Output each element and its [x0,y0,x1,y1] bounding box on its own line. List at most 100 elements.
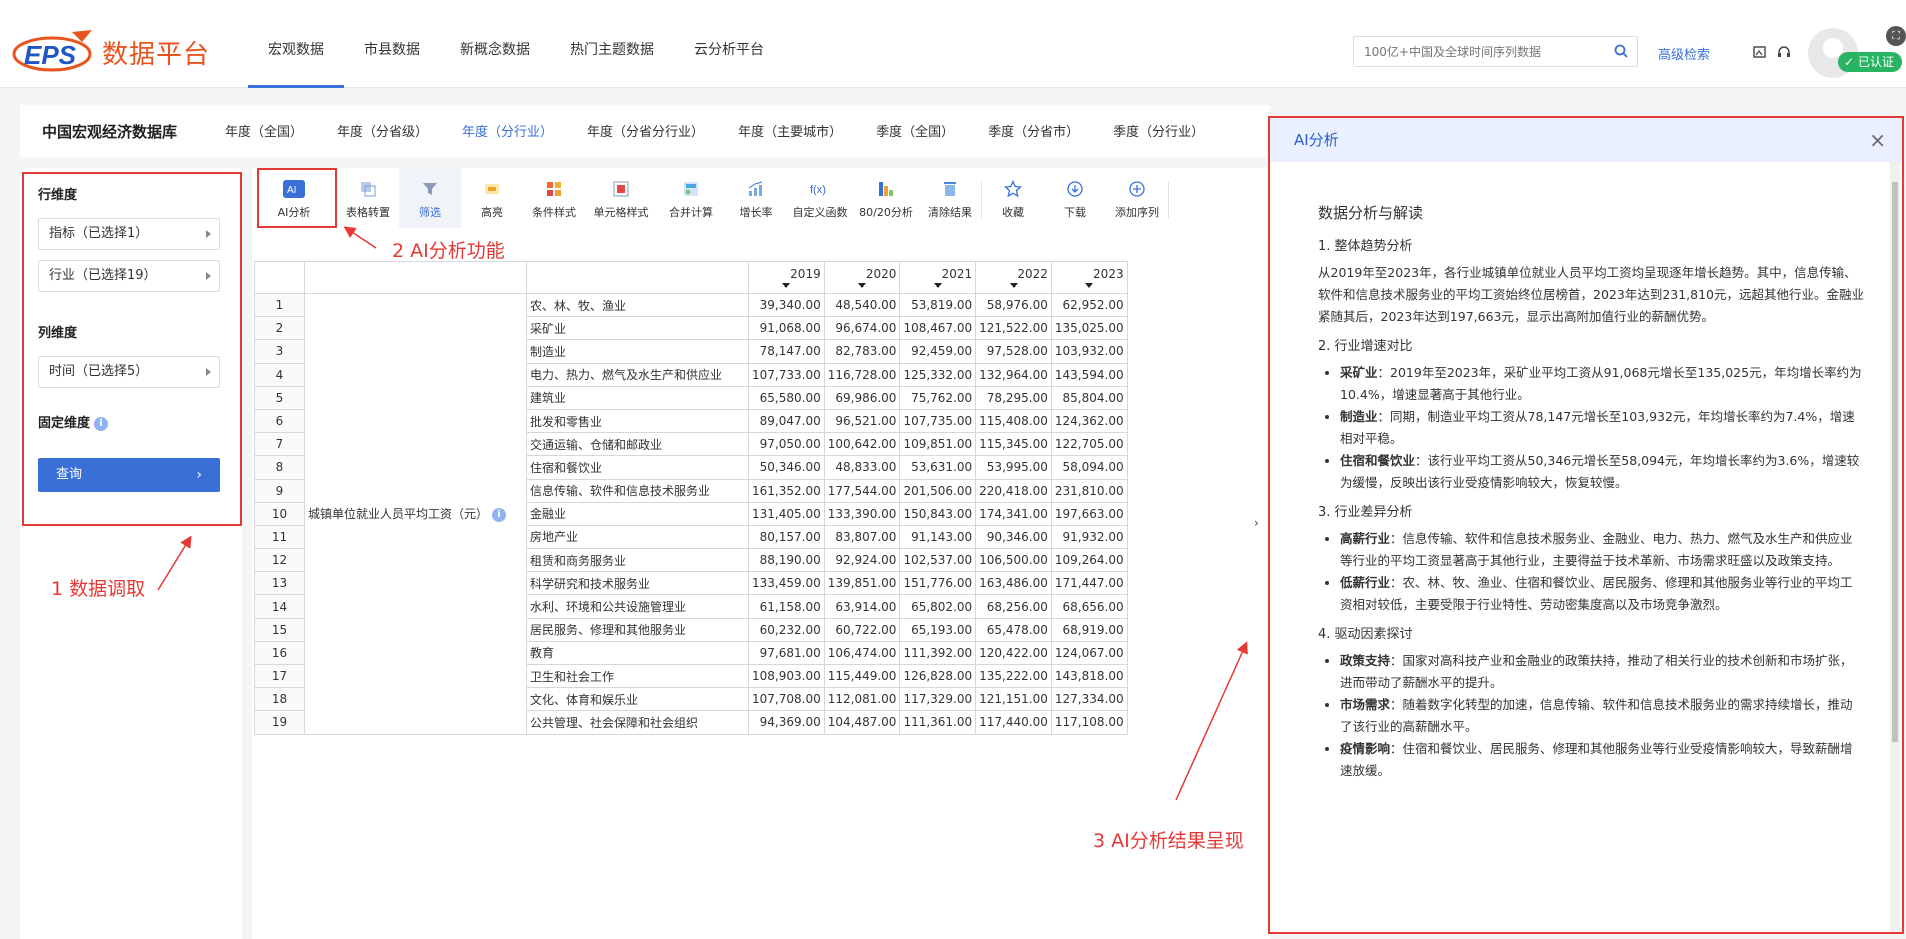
industry-header-cell [526,261,749,294]
year-header[interactable]: 2019 [748,261,825,294]
indicator-select[interactable]: 指标（已选择1） [38,218,220,250]
ai-panel-scrollbar[interactable] [1890,162,1900,932]
row-number: 8 [254,455,305,480]
database-tabs: 年度（全国） 年度（分省级） 年度（分行业） 年度（分省分行业） 年度（主要城市… [225,121,1238,140]
cell-style-button[interactable]: 单元格样式 [585,168,657,228]
value-cell: 135,025.00 [1050,316,1128,341]
favorite-button[interactable]: 收藏 [982,168,1044,228]
info-icon[interactable]: i [492,507,507,522]
filter-button[interactable]: 筛选 [399,168,461,228]
ai-bullet-text: ：该行业平均工资从50,346元增长至58,094元，年均增长率约为3.6%，增… [1340,453,1860,490]
conditional-style-button[interactable]: 条件样式 [523,168,585,228]
year-header[interactable]: 2023 [1050,261,1128,294]
ai-bullet-key: 低薪行业 [1340,575,1391,590]
value-cell: 115,408.00 [975,408,1052,434]
annotation-box-ai-analysis [257,168,337,228]
info-icon[interactable]: i [94,416,109,431]
query-button[interactable]: 查询 › [38,458,220,492]
value-cell: 65,478.00 [975,617,1052,642]
download-label: 下载 [1064,206,1086,219]
sort-down-icon[interactable] [1009,283,1018,288]
transpose-button[interactable]: 表格转置 [337,168,399,228]
time-select[interactable]: 时间（已选择5） [38,356,220,388]
ai-bullet-item: 高薪行业：信息传输、软件和信息技术服务业、金融业、电力、热力、燃气及水生产和供应… [1340,528,1864,572]
tab-annual-province-industry[interactable]: 年度（分省分行业） [587,121,704,140]
tab-quarter-industry[interactable]: 季度（分行业） [1113,121,1204,140]
row-number: 13 [254,571,305,596]
query-button-label: 查询 [56,467,83,482]
value-cell: 68,919.00 [1050,617,1128,642]
value-cell: 151,776.00 [899,571,977,596]
year-header[interactable]: 2020 [823,261,901,294]
pareto-icon [879,182,893,196]
value-cell: 75,762.00 [899,385,977,410]
tab-annual-industry[interactable]: 年度（分行业） [462,121,553,140]
tab-annual-province[interactable]: 年度（分省级） [337,121,428,140]
ai-bullet-text: ：农、林、牧、渔业、住宿和餐饮业、居民服务、修理和其他服务业等行业的平均工资相对… [1340,575,1853,612]
sort-down-icon[interactable] [933,283,942,288]
industry-cell: 电力、热力、燃气及水生产和供应业 [526,362,749,387]
merge-calc-button[interactable]: 合并计算 [657,168,725,228]
industry-cell: 采矿业 [526,316,749,341]
nav-hot-topic-data[interactable]: 热门主题数据 [550,0,674,88]
value-cell: 108,467.00 [899,316,977,341]
highlight-button[interactable]: 高亮 [461,168,523,228]
industry-select[interactable]: 行业（已选择19） [38,260,220,292]
row-number: 2 [254,316,305,341]
fixed-dimension-text: 固定维度 [38,416,91,431]
value-cell: 115,345.00 [975,432,1052,457]
download-button[interactable]: 下载 [1044,168,1106,228]
eps-logo-icon: EPS [12,30,92,72]
column-dimension-label: 列维度 [38,326,78,341]
value-cell: 143,818.00 [1050,663,1128,689]
row-number: 16 [254,640,305,666]
value-cell: 111,392.00 [899,640,977,666]
collapse-panel-icon[interactable]: › [1254,516,1266,542]
ai-analysis-panel: AI分析 × 数据分析与解读 1. 整体趋势分析 从2019年至2023年，各行业… [1268,116,1904,934]
search-input[interactable] [1354,37,1594,66]
sort-down-icon[interactable] [1085,283,1094,288]
advanced-search-link[interactable]: 高级检索 [1658,44,1710,63]
custom-function-button[interactable]: f(x) 自定义函数 [787,168,853,228]
indicator-cell: 城镇单位就业人员平均工资（元） i [304,293,527,735]
scan-icon[interactable]: ⛶ [1886,26,1906,46]
ai-bullet-text: ：同期，制造业平均工资从78,147元增长至103,932元，年均增长率约为7.… [1340,409,1855,446]
chevron-right-icon [206,230,211,238]
indicator-header-cell [304,261,527,294]
nav-cloud-analysis[interactable]: 云分析平台 [674,0,784,88]
search-icon[interactable] [1613,43,1629,59]
ai-bullet-key: 疫情影响 [1340,741,1391,756]
value-cell: 161,352.00 [748,478,825,503]
image-edit-icon[interactable] [1752,44,1768,60]
value-cell: 131,405.00 [748,501,825,526]
nav-new-concept-data[interactable]: 新概念数据 [440,0,550,88]
ai-section-heading: 3. 行业差异分析 [1318,505,1413,520]
tab-annual-city[interactable]: 年度（主要城市） [738,121,842,140]
year-header[interactable]: 2021 [899,261,977,294]
ai-bullet-text: ：住宿和餐饮业、居民服务、修理和其他服务业等行业受疫情影响较大，导致薪酬增速放缓… [1340,741,1853,778]
add-series-button[interactable]: 添加序列 [1106,168,1168,228]
year-header[interactable]: 2022 [975,261,1052,294]
tab-annual-national[interactable]: 年度（全国） [225,121,303,140]
sort-down-icon[interactable] [782,283,791,288]
ai-bullet-item: 低薪行业：农、林、牧、渔业、住宿和餐饮业、居民服务、修理和其他服务业等行业的平均… [1340,572,1864,616]
time-select-label: 时间（已选择5） [49,364,149,379]
tab-quarter-national[interactable]: 季度（全国） [876,121,954,140]
row-number: 3 [254,339,305,364]
nav-county-data[interactable]: 市县数据 [344,0,440,88]
growth-rate-button[interactable]: 增长率 [725,168,787,228]
value-cell: 68,656.00 [1050,594,1128,619]
tab-quarter-province[interactable]: 季度（分省市） [988,121,1079,140]
value-cell: 69,986.00 [823,385,901,410]
industry-cell: 信息传输、软件和信息技术服务业 [526,478,749,503]
nav-macro-data[interactable]: 宏观数据 [248,0,344,88]
main-nav: 宏观数据 市县数据 新概念数据 热门主题数据 云分析平台 [248,0,784,88]
ai-bullet-list: 政策支持：国家对高科技产业和金融业的政策扶持，推动了相关行业的技术创新和市场扩张… [1340,650,1864,782]
scrollbar-thumb[interactable] [1892,182,1898,742]
headset-icon[interactable] [1776,44,1792,60]
sort-down-icon[interactable] [858,283,867,288]
pareto-button[interactable]: 80/20分析 [853,168,919,228]
brand-logo[interactable]: EPS 数据平台 [12,28,210,76]
clear-results-button[interactable]: 清除结果 [919,168,981,228]
close-icon[interactable]: × [1869,118,1886,162]
